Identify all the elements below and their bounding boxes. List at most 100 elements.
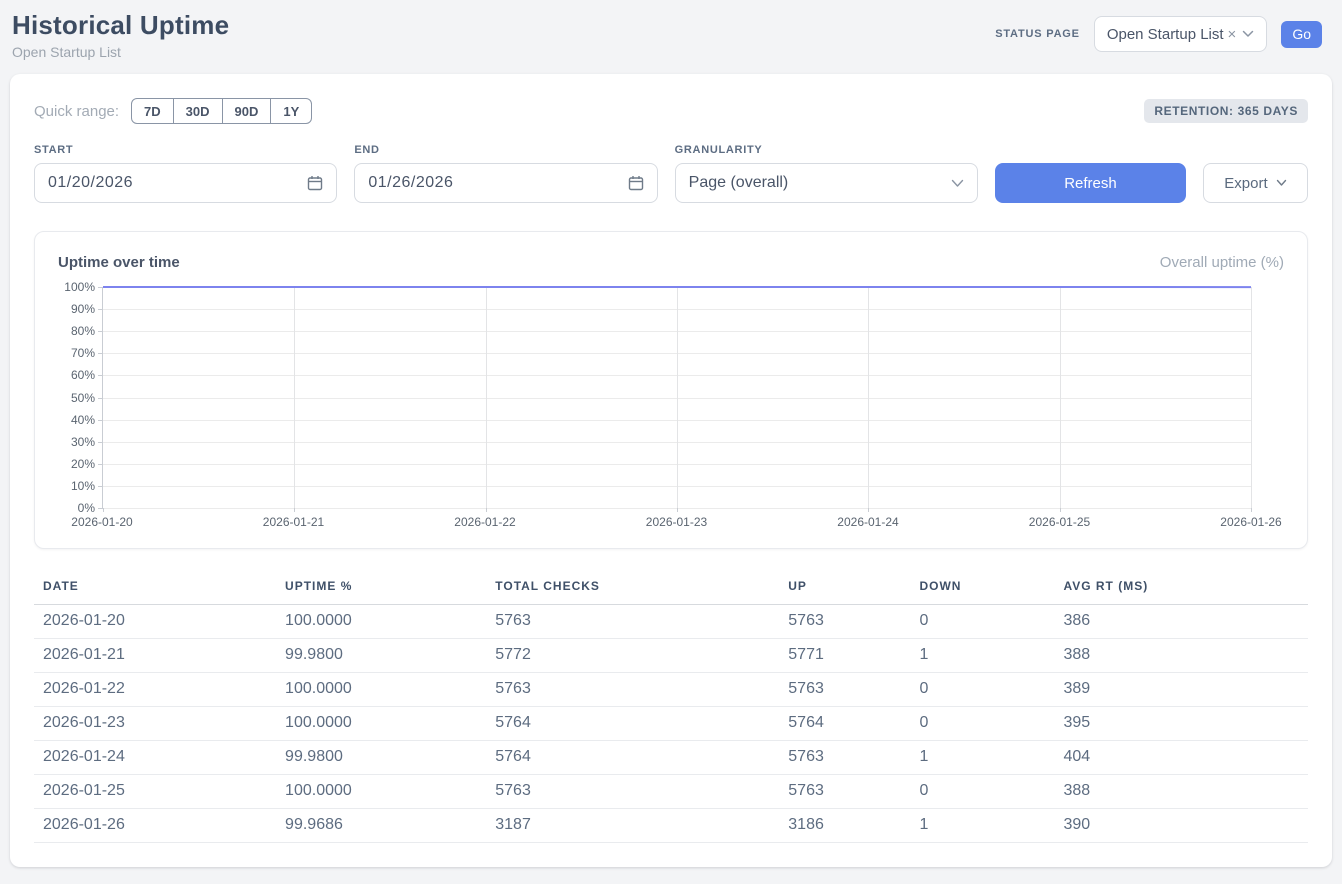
chart-body: 0%10%20%30%40%50%60%70%80%90%100%	[58, 287, 1284, 508]
x-axis-tick-label: 2026-01-20	[71, 515, 132, 529]
quick-range-90d-button[interactable]: 90D	[222, 98, 272, 124]
start-date-group: START 01/20/2026	[34, 144, 337, 203]
table-cell: 5763	[779, 775, 910, 809]
table-cell: 389	[1054, 673, 1308, 707]
y-axis-tick-label: 30%	[71, 435, 95, 449]
x-axis-tick-label: 2026-01-21	[263, 515, 324, 529]
chevron-down-icon	[1276, 179, 1287, 187]
x-axis-tick	[1251, 508, 1252, 512]
column-header-down: DOWN	[910, 573, 1054, 605]
table-cell: 2026-01-24	[34, 741, 276, 775]
y-axis-tick-label: 70%	[71, 346, 95, 360]
table-cell: 2026-01-22	[34, 673, 276, 707]
status-page-select[interactable]: Open Startup List ×	[1094, 16, 1268, 52]
chevron-down-icon	[1242, 30, 1254, 38]
table-cell: 99.9800	[276, 741, 486, 775]
start-date-input[interactable]: 01/20/2026	[34, 163, 337, 203]
start-date-value: 01/20/2026	[48, 174, 133, 192]
table-row: 2026-01-22100.0000576357630389	[34, 673, 1308, 707]
status-page-label: STATUS PAGE	[995, 28, 1080, 40]
uptime-table: DATEUPTIME %TOTAL CHECKSUPDOWNAVG RT (MS…	[34, 573, 1308, 843]
go-button[interactable]: Go	[1281, 21, 1322, 48]
chart-header: Uptime over time Overall uptime (%)	[58, 254, 1284, 271]
table-cell: 99.9800	[276, 639, 486, 673]
export-label: Export	[1224, 175, 1267, 192]
chart-legend: Overall uptime (%)	[1160, 254, 1284, 271]
quick-range-30d-button[interactable]: 30D	[173, 98, 223, 124]
uptime-chart-plot	[102, 287, 1251, 508]
table-cell: 100.0000	[276, 707, 486, 741]
table-cell: 100.0000	[276, 605, 486, 639]
table-cell: 5763	[779, 605, 910, 639]
quick-range-label: Quick range:	[34, 103, 119, 120]
table-row: 2026-01-23100.0000576457640395	[34, 707, 1308, 741]
column-header-total-checks: TOTAL CHECKS	[486, 573, 779, 605]
uptime-chart-card: Uptime over time Overall uptime (%) 0% 10…	[34, 231, 1308, 549]
y-axis-tick-label: 40%	[71, 413, 95, 427]
table-cell: 5763	[486, 775, 779, 809]
chart-title: Uptime over time	[58, 254, 180, 271]
table-cell: 0	[910, 605, 1054, 639]
calendar-icon[interactable]	[307, 175, 323, 191]
column-header-date: DATE	[34, 573, 276, 605]
column-header-avg-rt-ms: AVG RT (MS)	[1054, 573, 1308, 605]
end-date-group: END 01/26/2026	[354, 144, 657, 203]
status-page-value: Open Startup List	[1107, 26, 1224, 43]
page-subtitle: Open Startup List	[12, 44, 229, 60]
table-cell: 5763	[486, 605, 779, 639]
chart-y-labels: 0%10%20%30%40%50%60%70%80%90%100%	[58, 287, 102, 508]
y-axis-tick-label: 80%	[71, 324, 95, 338]
table-cell: 0	[910, 673, 1054, 707]
granularity-value: Page (overall)	[689, 174, 789, 192]
uptime-line-series	[103, 287, 1251, 508]
quick-range-1y-button[interactable]: 1Y	[270, 98, 312, 124]
refresh-button[interactable]: Refresh	[995, 163, 1186, 203]
table-cell: 2026-01-20	[34, 605, 276, 639]
filter-form-row: START 01/20/2026 END 01/26/2026	[34, 144, 1308, 203]
table-cell: 99.9686	[276, 809, 486, 843]
end-date-input[interactable]: 01/26/2026	[354, 163, 657, 203]
main-card: Quick range: 7D30D90D1Y RETENTION: 365 D…	[10, 74, 1332, 867]
y-axis-tick-label: 0%	[78, 501, 95, 515]
table-row: 2026-01-2699.9686318731861390	[34, 809, 1308, 843]
table-row: 2026-01-2199.9800577257711388	[34, 639, 1308, 673]
export-button[interactable]: Export	[1203, 163, 1308, 203]
chart-x-labels: 2026-01-202026-01-212026-01-222026-01-23…	[102, 508, 1251, 530]
table-cell: 5772	[486, 639, 779, 673]
granularity-group: GRANULARITY Page (overall)	[675, 144, 978, 203]
table-cell: 404	[1054, 741, 1308, 775]
table-cell: 3187	[486, 809, 779, 843]
table-cell: 386	[1054, 605, 1308, 639]
table-cell: 5764	[486, 741, 779, 775]
quick-range-7d-button[interactable]: 7D	[131, 98, 174, 124]
x-axis-tick-label: 2026-01-26	[1220, 515, 1281, 529]
table-cell: 3186	[779, 809, 910, 843]
y-axis-tick-label: 90%	[71, 302, 95, 316]
column-header-up: UP	[779, 573, 910, 605]
quick-range-row: Quick range: 7D30D90D1Y RETENTION: 365 D…	[34, 98, 1308, 124]
calendar-icon[interactable]	[628, 175, 644, 191]
y-axis-tick-label: 50%	[71, 391, 95, 405]
clear-icon[interactable]: ×	[1228, 26, 1237, 43]
table-cell: 100.0000	[276, 673, 486, 707]
table-cell: 1	[910, 809, 1054, 843]
y-axis-tick-label: 100%	[64, 280, 95, 294]
x-axis-tick-label: 2026-01-24	[837, 515, 898, 529]
table-cell: 395	[1054, 707, 1308, 741]
table-cell: 388	[1054, 775, 1308, 809]
table-cell: 5763	[779, 673, 910, 707]
x-axis-tick-label: 2026-01-23	[646, 515, 707, 529]
granularity-select[interactable]: Page (overall)	[675, 163, 978, 203]
table-cell: 0	[910, 775, 1054, 809]
table-cell: 100.0000	[276, 775, 486, 809]
quick-range-group: 7D30D90D1Y	[131, 98, 312, 124]
chevron-down-icon	[951, 179, 964, 188]
table-cell: 5764	[486, 707, 779, 741]
table-cell: 5771	[779, 639, 910, 673]
table-cell: 5764	[779, 707, 910, 741]
x-axis-tick-label: 2026-01-22	[454, 515, 515, 529]
y-axis-tick-label: 60%	[71, 368, 95, 382]
end-label: END	[354, 144, 657, 156]
table-cell: 5763	[486, 673, 779, 707]
x-axis-tick-label: 2026-01-25	[1029, 515, 1090, 529]
